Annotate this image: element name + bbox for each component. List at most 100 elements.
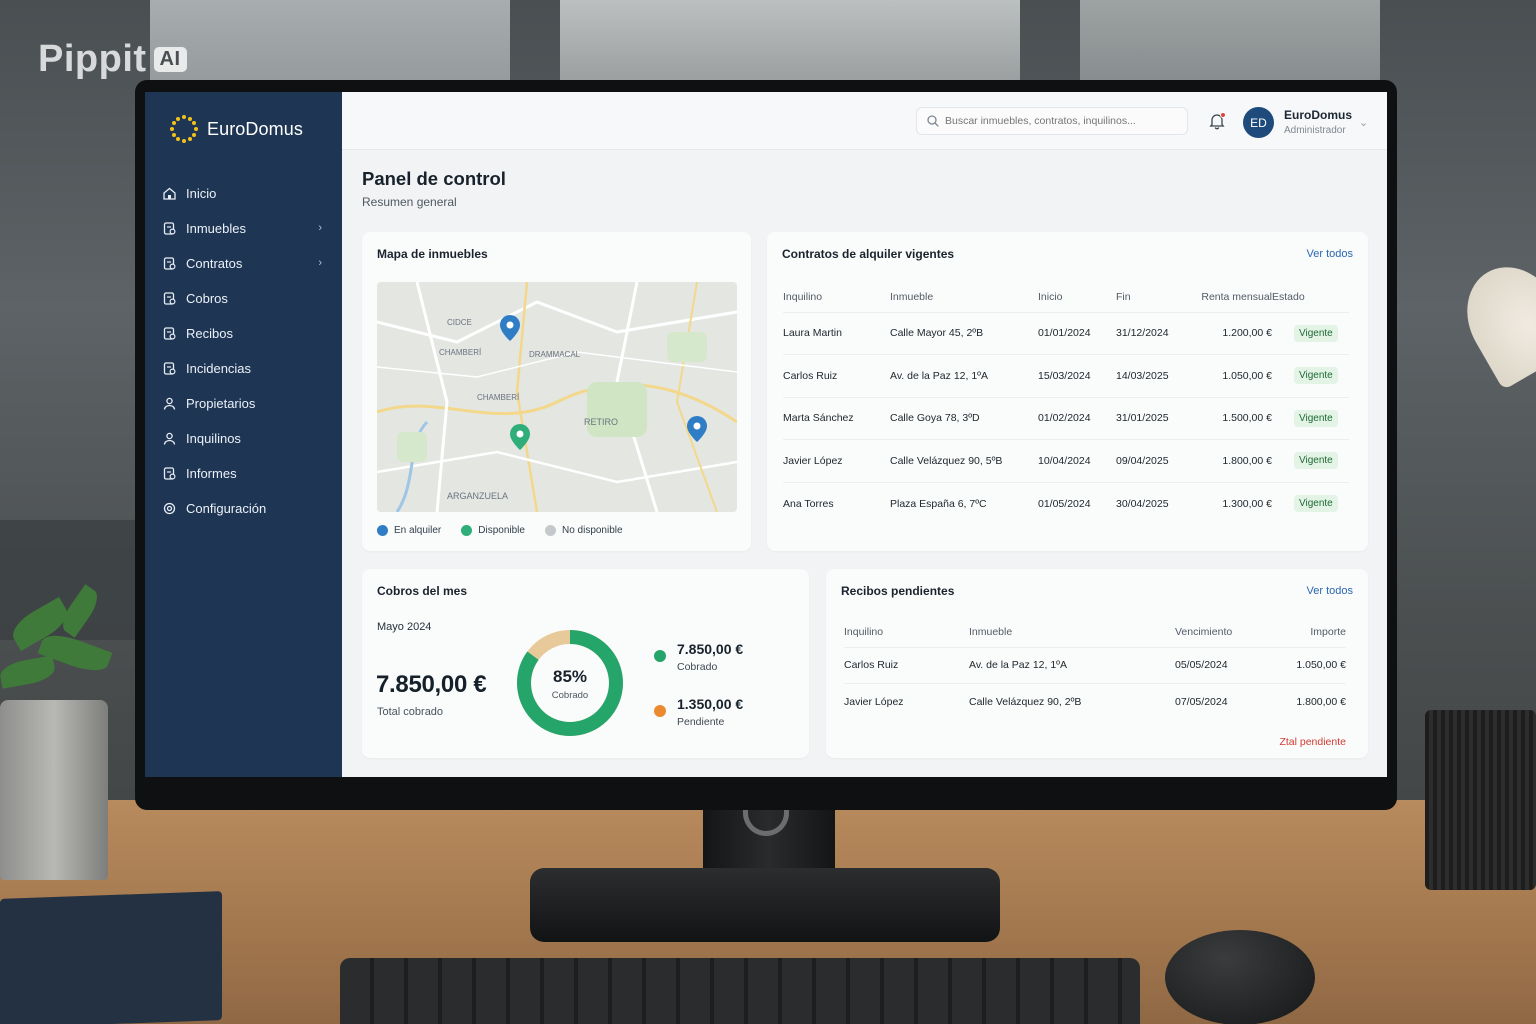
receipts-header-row: Inquilino Inmueble Vencimiento Importe [844, 617, 1346, 647]
user-menu-chevron-icon[interactable]: ⌄ [1359, 116, 1368, 129]
legend-swatch [461, 525, 473, 536]
receipts-view-all-link[interactable]: Ver todos [1307, 585, 1353, 597]
legend-swatch [544, 525, 556, 536]
cell-tenant: Laura Martin [783, 327, 842, 340]
column-header[interactable]: Estado [1272, 282, 1349, 312]
column-header[interactable]: Importe [1280, 617, 1346, 647]
cell-rent: 1.800,00 € [1222, 454, 1272, 467]
cell-rent: 1.200,00 € [1222, 327, 1272, 340]
cell-property: Av. de la Paz 12, 1ºA [890, 369, 989, 382]
table-row[interactable]: Marta Sánchez Calle Goya 78, 3ºD 01/02/202… [783, 397, 1349, 440]
contracts-header-row: Inquilino Inmueble Inicio Fin Renta mensual E… [783, 282, 1349, 312]
cell-rent: 1.050,00 € [1222, 369, 1272, 382]
column-header[interactable]: Fin [1116, 282, 1196, 312]
column-header[interactable]: Vencimiento [1175, 617, 1280, 647]
tenant-icon [163, 432, 176, 445]
map-label-north: CIDCE [447, 318, 472, 327]
collections-total: 7.850,00 € [376, 671, 487, 698]
brand-name: EuroDomus [207, 118, 303, 139]
map-legend-item: En alquiler [377, 525, 441, 536]
sidebar-item-label: Informes [186, 466, 237, 481]
sidebar-item-recibos[interactable]: Recibos [145, 316, 342, 351]
cell-end: 30/04/2025 [1116, 497, 1169, 510]
cell-tenant: Ana Torres [783, 497, 834, 510]
column-header[interactable]: Renta mensual [1196, 282, 1272, 312]
collections-month: Mayo 2024 [377, 621, 432, 633]
contracts-card: Contratos de alquiler vigentes Ver todos… [767, 232, 1368, 551]
logo-star [171, 121, 176, 125]
sidebar-item-propietarios[interactable]: Propietarios [145, 386, 342, 421]
cell-end: 31/01/2025 [1116, 412, 1169, 425]
search-icon [927, 115, 939, 127]
table-row[interactable]: Javier López Calle Velázquez 90, 2ºB 07/05… [844, 683, 1346, 721]
cell-property: Av. de la Paz 12, 1ºA [969, 659, 1068, 672]
main-content: ED EuroDomus Administrador ⌄ Panel de co… [342, 92, 1387, 777]
search-box[interactable] [916, 107, 1188, 135]
legend-label: No disponible [561, 525, 623, 536]
receipt-icon [163, 327, 176, 340]
app-screen: EuroDomus Inicio Inmuebles › Contratos › Cobr… [145, 92, 1387, 777]
cell-tenant: Marta Sánchez [783, 412, 854, 425]
cell-status: Vigente [1272, 482, 1349, 525]
cell-property: Calle Goya 78, 3ºD [890, 412, 980, 425]
donut-percent: 85% [552, 667, 588, 686]
column-header[interactable]: Inicio [1038, 282, 1116, 312]
table-row[interactable]: Javier López Calle Velázquez 90, 5ºB 10/04… [783, 439, 1349, 483]
logo-star [188, 137, 192, 142]
user-avatar[interactable]: ED [1243, 107, 1274, 138]
sidebar-item-label: Inquilinos [186, 431, 241, 446]
search-input[interactable] [945, 115, 1185, 127]
sidebar-item-incidencias[interactable]: Incidencias [145, 351, 342, 386]
contracts-view-all-link[interactable]: Ver todos [1307, 248, 1353, 260]
logo-star [192, 133, 197, 137]
map-legend-item: No disponible [544, 525, 623, 536]
table-row[interactable]: Laura Martin Calle Mayor 45, 2ºB 01/01/202… [783, 312, 1349, 355]
map-label-retiro: RETIRO [584, 417, 618, 427]
map-card-title: Mapa de inmuebles [377, 247, 488, 261]
cell-tenant: Javier López [844, 696, 904, 708]
legend-swatch [377, 525, 388, 536]
properties-map[interactable]: RETIRO ARGANZUELA CHAMBERÍ DRAMMACAL CID… [377, 282, 737, 512]
collected-label: Cobrado [677, 661, 718, 673]
map-card: Mapa de inmuebles RETIRO ARGANZUELA CHAM… [362, 232, 751, 551]
map-label-chamberi: CHAMBERÍ [439, 348, 482, 357]
sidebar-item-informes[interactable]: Informes [145, 456, 342, 491]
cell-property: Calle Velázquez 90, 2ºB [969, 696, 1082, 708]
desk-lamp [1448, 249, 1536, 391]
column-header[interactable]: Inquilino [783, 282, 890, 312]
sidebar-item-configuracion[interactable]: Configuración [145, 491, 342, 526]
logo-star [171, 133, 176, 137]
watermark-badge: AI [153, 47, 187, 72]
sidebar-item-inmuebles[interactable]: Inmuebles › [145, 211, 342, 246]
sidebar-item-cobros[interactable]: Cobros [145, 281, 342, 316]
user-name[interactable]: EuroDomus [1284, 108, 1352, 122]
sidebar: EuroDomus Inicio Inmuebles › Contratos › Cobr… [145, 92, 342, 777]
table-row[interactable]: Carlos Ruiz Av. de la Paz 12, 1ºA 15/03/20… [783, 354, 1349, 398]
cell-start: 01/02/2024 [1038, 412, 1091, 425]
cell-status: Vigente [1272, 397, 1349, 440]
total-pending-link[interactable]: Ztal pendiente [1279, 736, 1346, 748]
pending-dot [654, 705, 666, 717]
column-header[interactable]: Inmueble [969, 617, 1175, 647]
map-label-district: DRAMMACAL [529, 350, 581, 359]
cell-status: Vigente [1272, 355, 1349, 398]
column-header[interactable]: Inmueble [890, 282, 1038, 312]
status-badge: Vigente [1294, 324, 1338, 342]
sidebar-item-inicio[interactable]: Inicio [145, 176, 342, 211]
table-row[interactable]: Carlos Ruiz Av. de la Paz 12, 1ºA 05/05/20… [844, 647, 1346, 684]
map-label-center: CHAMBERÍ [477, 393, 520, 402]
map-legend-item: Disponible [461, 525, 525, 536]
receipts-card: Recibos pendientes Ver todos Inquilino In… [826, 569, 1368, 758]
home-icon [163, 187, 176, 200]
notifications-bell-icon[interactable] [1208, 112, 1226, 130]
table-row[interactable]: Ana Torres Plaza España 6, 7ºC 01/05/2024 3… [783, 482, 1349, 525]
eu-stars-logo-icon [169, 114, 199, 144]
cell-property: Plaza España 6, 7ºC [890, 497, 987, 510]
cell-status: Vigente [1272, 312, 1349, 355]
column-header[interactable]: Inquilino [844, 617, 969, 647]
brand[interactable]: EuroDomus [169, 114, 303, 144]
user-role: Administrador [1284, 125, 1346, 136]
page-subtitle: Resumen general [362, 195, 457, 209]
sidebar-item-contratos[interactable]: Contratos › [145, 246, 342, 281]
sidebar-item-inquilinos[interactable]: Inquilinos [145, 421, 342, 456]
